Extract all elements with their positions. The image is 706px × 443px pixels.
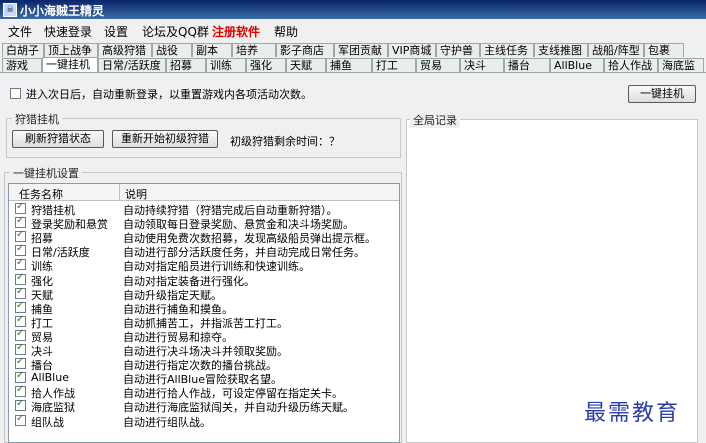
column-task-name[interactable]: 任务名称 xyxy=(19,186,63,202)
task-list[interactable]: 任务名称 说明 狩猎挂机自动持续狩猎（狩猎完成后自动重新狩猎）。登录奖励和悬赏自… xyxy=(8,183,400,443)
tab-panel-border xyxy=(0,72,706,73)
log-group-label: 全局记录 xyxy=(410,112,460,128)
task-list-header: 任务名称 说明 xyxy=(9,184,399,201)
auto-relogin-checkbox[interactable] xyxy=(10,88,21,99)
tab-whitebeard[interactable]: 白胡子 xyxy=(2,43,44,57)
tab-guardian[interactable]: 守护兽 xyxy=(436,43,480,57)
task-checkbox[interactable] xyxy=(15,215,26,229)
menu-file[interactable]: 文件 xyxy=(8,23,32,40)
title-bar: ☠ 小小海贼王精灵 xyxy=(0,0,706,19)
task-row[interactable]: 狩猎挂机自动持续狩猎（狩猎完成后自动重新狩猎）。 xyxy=(9,201,399,217)
tab-recruit[interactable]: 招募 xyxy=(166,58,206,72)
tab-onekey[interactable]: 一键挂机 xyxy=(42,57,98,73)
tab-talent[interactable]: 天赋 xyxy=(286,58,326,72)
task-name: AllBlue xyxy=(31,371,69,385)
tab-battle[interactable]: 战役 xyxy=(152,43,192,57)
tab-dungeon[interactable]: 副本 xyxy=(192,43,232,57)
tab-enhance[interactable]: 强化 xyxy=(246,58,286,72)
task-row[interactable]: 训练自动对指定船员进行训练和快速训练。 xyxy=(9,257,399,273)
menu-bar: 文件 快速登录 设置 论坛及QQ群 注册软件 帮助 xyxy=(0,19,706,41)
task-checkbox[interactable] xyxy=(15,243,26,257)
task-checkbox[interactable] xyxy=(15,286,26,299)
task-row[interactable]: 拾人作战自动进行拾人作战，可设定停留在指定关卡。 xyxy=(9,384,399,400)
task-row[interactable]: 决斗自动进行决斗场决斗并领取奖励。 xyxy=(9,342,399,358)
task-checkbox[interactable] xyxy=(15,201,26,214)
watermark: 最需教育 xyxy=(584,401,681,426)
restart-hunt-button[interactable]: 重新开始初级狩猎 xyxy=(112,130,218,148)
tab-cultivate[interactable]: 培养 xyxy=(232,43,276,57)
task-checkbox[interactable] xyxy=(15,257,26,271)
tab-bag[interactable]: 包裹 xyxy=(644,43,684,57)
window-title: 小小海贼王精灵 xyxy=(20,4,105,18)
tab-work[interactable]: 打工 xyxy=(372,58,416,72)
task-name: 组队战 xyxy=(31,415,64,429)
task-description: 自动进行组队战。 xyxy=(123,415,211,429)
settings-group-label: 一键挂机设置 xyxy=(10,165,82,181)
hunt-remaining-time: 初级狩猎剩余时间：？ xyxy=(230,135,340,148)
task-row[interactable]: 天赋自动升级指定天赋。 xyxy=(9,286,399,302)
hunt-group-label: 狩猎挂机 xyxy=(12,111,62,127)
app-icon: ☠ xyxy=(3,3,17,17)
task-checkbox[interactable] xyxy=(15,328,26,341)
task-checkbox[interactable] xyxy=(15,398,26,412)
tab-allblue[interactable]: AllBlue xyxy=(550,58,604,72)
tab-trade[interactable]: 贸易 xyxy=(416,58,460,72)
task-checkbox[interactable] xyxy=(15,342,26,355)
tab-daily[interactable]: 日常/活跃度 xyxy=(98,58,166,72)
task-row[interactable]: 打工自动抓捕苦工，并指派苦工打工。 xyxy=(9,314,399,330)
tab-arena[interactable]: 播台 xyxy=(504,58,550,72)
tab-advanced-hunt[interactable]: 高级狩猎 xyxy=(98,43,152,57)
tab-fishing[interactable]: 捕鱼 xyxy=(326,58,372,72)
tab-shadow-shop[interactable]: 影子商店 xyxy=(276,43,334,57)
tab-game[interactable]: 游戏 xyxy=(2,58,42,72)
task-row[interactable]: 海底监狱自动进行海底监狱闯关，并自动升级历练天赋。 xyxy=(9,398,399,414)
menu-register[interactable]: 注册软件 xyxy=(212,23,260,40)
tab-side-quest[interactable]: 支线推图 xyxy=(534,43,588,57)
tab-ship-formation[interactable]: 战船/阵型 xyxy=(588,43,644,57)
task-checkbox[interactable] xyxy=(15,272,26,285)
task-row[interactable]: 播台自动进行指定次数的播台挑战。 xyxy=(9,356,399,372)
task-checkbox[interactable] xyxy=(15,413,26,426)
tab-summit-war[interactable]: 顶上战争 xyxy=(44,43,98,57)
tab-ten-battle[interactable]: 拾人作战 xyxy=(604,58,658,72)
auto-relogin-label: 进入次日后，自动重新登录，以重置游戏内各项活动次数。 xyxy=(26,88,312,101)
task-row[interactable]: 组队战 自动进行组队战。 xyxy=(9,413,399,429)
menu-quick-login[interactable]: 快速登录 xyxy=(44,23,92,40)
menu-help[interactable]: 帮助 xyxy=(274,23,298,40)
tab-main-quest[interactable]: 主线任务 xyxy=(480,43,534,57)
tab-vip-shop[interactable]: VIP商城 xyxy=(388,43,436,57)
task-row[interactable]: AllBlue自动进行AllBlue冒险获取名望。 xyxy=(9,370,399,386)
tab-duel[interactable]: 决斗 xyxy=(460,58,504,72)
task-checkbox[interactable] xyxy=(15,300,26,313)
menu-forum[interactable]: 论坛及QQ群 xyxy=(142,23,209,40)
task-row[interactable]: 日常/活跃度自动进行部分活跃度任务，并自动完成日常任务。 xyxy=(9,243,399,259)
task-row[interactable]: 捕鱼自动进行捕鱼和摸鱼。 xyxy=(9,300,399,316)
task-checkbox[interactable] xyxy=(15,370,26,384)
task-row[interactable]: 登录奖励和悬赏自动领取每日登录奖励、悬赏金和决斗场奖励。 xyxy=(9,215,399,231)
task-row[interactable]: 强化自动对指定装备进行强化。 xyxy=(9,272,399,288)
task-checkbox[interactable] xyxy=(15,229,26,243)
task-checkbox[interactable] xyxy=(15,384,26,398)
menu-settings[interactable]: 设置 xyxy=(104,23,128,40)
task-checkbox[interactable] xyxy=(15,314,26,327)
tab-train[interactable]: 训练 xyxy=(206,58,246,72)
tab-row-2: 游戏 一键挂机 日常/活跃度 招募 训练 强化 天赋 捕鱼 打工 贸易 决斗 播… xyxy=(0,57,706,73)
tab-row-1: 白胡子 顶上战争 高级狩猎 战役 副本 培养 影子商店 军团贡献 VIP商城 守… xyxy=(0,43,706,58)
tab-undersea-prison[interactable]: 海底监 xyxy=(658,58,704,72)
column-description[interactable]: 说明 xyxy=(125,186,147,202)
task-checkbox[interactable] xyxy=(15,356,26,370)
onekey-button[interactable]: 一键挂机 xyxy=(628,85,696,103)
task-row[interactable]: 贸易自动进行贸易和掠夺。 xyxy=(9,328,399,344)
tab-legion[interactable]: 军团贡献 xyxy=(334,43,388,57)
refresh-hunt-button[interactable]: 刷新狩猎状态 xyxy=(12,130,104,148)
task-row[interactable]: 招募自动使用免费次数招募，发现高级船员弹出提示框。 xyxy=(9,229,399,245)
